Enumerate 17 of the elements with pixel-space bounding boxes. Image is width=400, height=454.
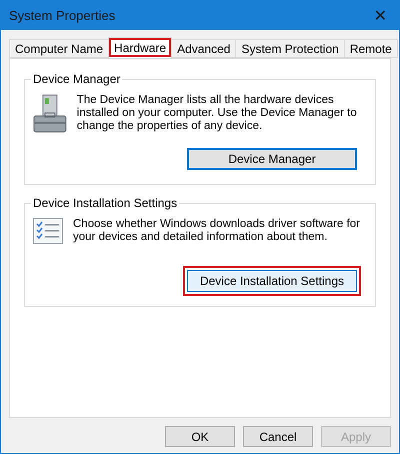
computer-toolbox-icon	[33, 94, 67, 134]
dialog-button[interactable]: Cancel	[243, 426, 313, 447]
tab[interactable]: Hardware	[108, 37, 172, 58]
action-button[interactable]: Device Installation Settings	[187, 270, 357, 292]
tab[interactable]: Advanced	[171, 39, 236, 58]
window-title: System Properties	[9, 8, 116, 23]
action-button[interactable]: Device Manager	[187, 148, 357, 170]
tab[interactable]: Computer Name	[9, 39, 110, 58]
close-button[interactable]: ✕	[370, 6, 391, 25]
tab[interactable]: System Protection	[235, 39, 345, 58]
description-text: The Device Manager lists all the hardware devices installed on your computer. Use the Device Manager to change the properties of any device.	[76, 94, 358, 133]
group-title: Device Installation Settings	[31, 196, 180, 210]
tab[interactable]: Remote	[344, 39, 398, 58]
dialog-button[interactable]: OK	[165, 426, 235, 447]
checklist-icon	[33, 218, 63, 244]
description-text: Choose whether Windows downloads driver software for your devices and detailed information about them.	[73, 218, 361, 244]
group-title: Device Manager	[31, 72, 122, 86]
